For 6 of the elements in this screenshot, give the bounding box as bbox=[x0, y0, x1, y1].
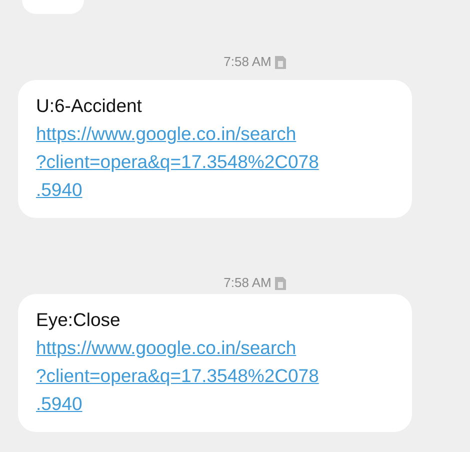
message-text: Eye:Close bbox=[36, 308, 122, 332]
message-link[interactable]: https://www.google.co.in/search ?client=opera&q=17.3548%2C078 .5940 bbox=[36, 334, 319, 418]
message-link[interactable]: https://www.google.co.in/search ?client=opera&q=17.3548%2C078 .5940 bbox=[36, 120, 319, 204]
message-text: U:6-Accident bbox=[36, 94, 143, 118]
timestamp: 7:58 AM bbox=[224, 53, 272, 72]
timestamp: 7:58 AM bbox=[224, 274, 272, 292]
